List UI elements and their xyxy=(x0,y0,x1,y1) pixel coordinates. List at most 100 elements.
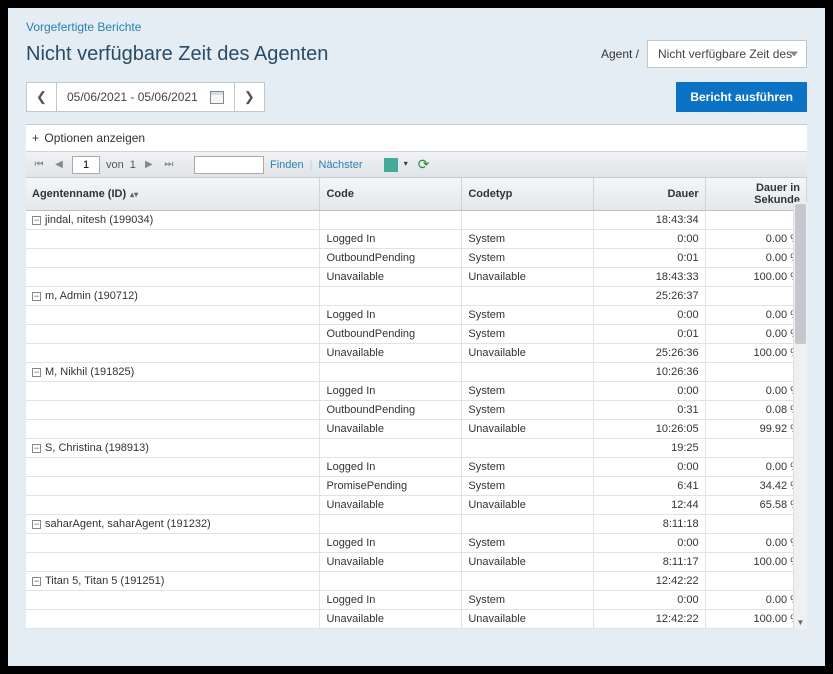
cell-codetype: Unavailable xyxy=(462,496,594,515)
cell-code: PromisePending xyxy=(320,477,462,496)
scroll-down-arrow[interactable]: ▼ xyxy=(794,615,807,629)
export-icon[interactable] xyxy=(384,158,398,172)
sort-icon: ▴▾ xyxy=(130,190,138,199)
refresh-icon[interactable]: ⟳ xyxy=(418,156,430,173)
cell-percent: 100.00 % xyxy=(705,553,806,572)
plus-icon: + xyxy=(32,131,39,145)
find-input[interactable] xyxy=(194,156,264,174)
cell-percent: 0.00 % xyxy=(705,534,806,553)
date-range-display[interactable]: 05/06/2021 - 05/06/2021 xyxy=(57,83,234,111)
cell-duration: 0:00 xyxy=(594,382,706,401)
collapse-icon[interactable]: − xyxy=(32,520,41,529)
cell-percent: 0.00 % xyxy=(705,458,806,477)
agent-name: S, Christina (198913) xyxy=(45,442,149,454)
breadcrumb-link[interactable]: Vorgefertigte Berichte xyxy=(26,20,141,34)
first-page-button[interactable]: ⏮ xyxy=(32,158,46,172)
detail-row: Logged InSystem0:000.00 % xyxy=(26,230,807,249)
cell-code: Logged In xyxy=(320,382,462,401)
cell-codetype: Unavailable xyxy=(462,553,594,572)
col-header-agent[interactable]: Agentenname (ID)▴▾ xyxy=(26,178,320,211)
collapse-icon[interactable]: − xyxy=(32,444,41,453)
page-input[interactable] xyxy=(72,156,100,174)
agent-row: −jindal, nitesh (199034)18:43:34 xyxy=(26,211,807,230)
agent-name: Titan 5, Titan 5 (191251) xyxy=(45,575,164,587)
agent-row: −S, Christina (198913)19:25 xyxy=(26,439,807,458)
col-header-code[interactable]: Code xyxy=(320,178,462,211)
collapse-icon[interactable]: − xyxy=(32,577,41,586)
cell-duration: 8:11:17 xyxy=(594,553,706,572)
cell-percent: 34.42 % xyxy=(705,477,806,496)
cell-duration: 0:00 xyxy=(594,591,706,610)
calendar-icon xyxy=(210,91,224,104)
cell-duration: 0:01 xyxy=(594,249,706,268)
options-label: Optionen anzeigen xyxy=(44,131,145,145)
agent-row: −m, Admin (190712) 25:26:37 xyxy=(26,287,807,306)
agent-total-duration: 25:26:37 xyxy=(594,287,706,306)
col-header-codetype[interactable]: Codetyp xyxy=(462,178,594,211)
cell-duration: 12:44 xyxy=(594,496,706,515)
col-header-duration[interactable]: Dauer xyxy=(594,178,706,211)
cell-code: Logged In xyxy=(320,458,462,477)
find-next-button[interactable]: Nächster xyxy=(319,159,363,171)
agent-dropdown[interactable]: Nicht verfügbare Zeit des xyxy=(647,40,807,68)
cell-percent: 0.00 % xyxy=(705,382,806,401)
cell-codetype: System xyxy=(462,325,594,344)
find-button[interactable]: Finden xyxy=(270,159,304,171)
detail-row: UnavailableUnavailable12:42:22100.00 % xyxy=(26,610,807,629)
detail-row: OutboundPendingSystem0:310.08 % xyxy=(26,401,807,420)
cell-codetype: System xyxy=(462,591,594,610)
chevron-left-icon: ❮ xyxy=(36,89,47,105)
agent-selector-label: Agent / xyxy=(601,47,639,61)
agent-selector: Agent / Nicht verfügbare Zeit des xyxy=(601,40,807,68)
pager-total: 1 xyxy=(130,159,136,171)
cell-code: Unavailable xyxy=(320,268,462,287)
cell-duration: 6:41 xyxy=(594,477,706,496)
detail-row: Logged InSystem0:000.00 % xyxy=(26,458,807,477)
cell-percent: 65.58 % xyxy=(705,496,806,515)
cell-duration: 0:00 xyxy=(594,306,706,325)
agent-total-duration: 8:11:18 xyxy=(594,515,706,534)
detail-row: Logged InSystem0:000.00 % xyxy=(26,306,807,325)
agent-row: −Titan 5, Titan 5 (191251) 12:42:22 xyxy=(26,572,807,591)
date-range-text: 05/06/2021 - 05/06/2021 xyxy=(67,90,198,104)
collapse-icon[interactable]: − xyxy=(32,216,41,225)
agent-name: saharAgent, saharAgent (191232) xyxy=(45,518,211,530)
agent-total-duration: 12:42:22 xyxy=(594,572,706,591)
cell-duration: 10:26:05 xyxy=(594,420,706,439)
cell-percent: 100.00 % xyxy=(705,610,806,629)
cell-codetype: System xyxy=(462,230,594,249)
cell-code: Logged In xyxy=(320,306,462,325)
collapse-icon[interactable]: − xyxy=(32,292,41,301)
cell-codetype: System xyxy=(462,401,594,420)
collapse-icon[interactable]: − xyxy=(32,368,41,377)
cell-code: Unavailable xyxy=(320,496,462,515)
prev-page-button[interactable]: ◀ xyxy=(52,158,66,172)
agent-row: −M, Nikhil (191825)10:26:36 xyxy=(26,363,807,382)
cell-duration: 0:31 xyxy=(594,401,706,420)
cell-percent: 0.00 % xyxy=(705,306,806,325)
col-header-seconds[interactable]: Dauer in Sekunde xyxy=(705,178,806,211)
cell-code: Unavailable xyxy=(320,553,462,572)
run-report-button[interactable]: Bericht ausführen xyxy=(676,82,807,112)
cell-codetype: System xyxy=(462,382,594,401)
scrollbar-thumb[interactable] xyxy=(795,204,806,344)
cell-codetype: Unavailable xyxy=(462,610,594,629)
cell-code: Logged In xyxy=(320,534,462,553)
detail-row: Logged InSystem0:000.00 % xyxy=(26,382,807,401)
cell-codetype: Unavailable xyxy=(462,344,594,363)
next-page-button[interactable]: ▶ xyxy=(142,158,156,172)
detail-row: OutboundPendingSystem0:010.00 % xyxy=(26,249,807,268)
date-prev-button[interactable]: ❮ xyxy=(27,83,57,111)
cell-percent: 100.00 % xyxy=(705,268,806,287)
detail-row: OutboundPendingSystem0:010.00 % xyxy=(26,325,807,344)
cell-codetype: System xyxy=(462,249,594,268)
cell-codetype: Unavailable xyxy=(462,268,594,287)
detail-row: UnavailableUnavailable12:4465.58 % xyxy=(26,496,807,515)
options-toggle[interactable]: + Optionen anzeigen xyxy=(26,125,807,152)
last-page-button[interactable]: ⏭ xyxy=(162,158,176,172)
cell-duration: 12:42:22 xyxy=(594,610,706,629)
vertical-scrollbar[interactable]: ▼ xyxy=(793,202,807,629)
date-next-button[interactable]: ❯ xyxy=(234,83,264,111)
agent-name: m, Admin (190712) xyxy=(45,290,138,302)
cell-code: Unavailable xyxy=(320,610,462,629)
